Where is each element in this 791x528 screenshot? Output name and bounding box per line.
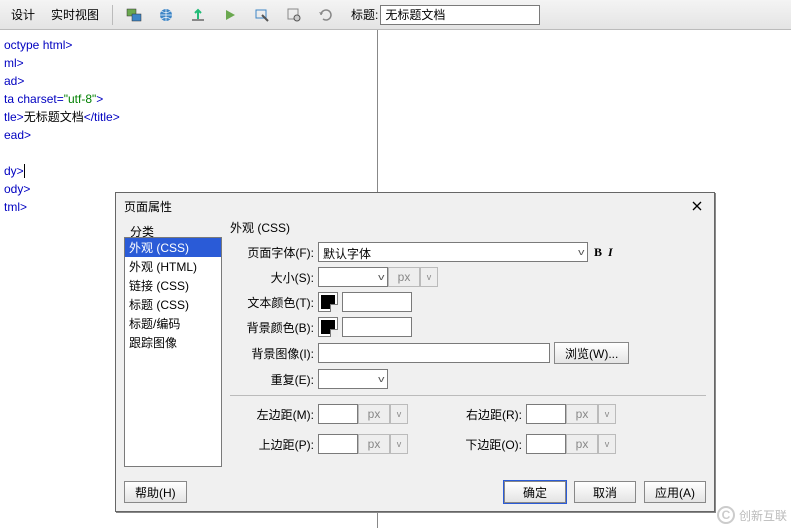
browse-button[interactable]: 浏览(W)...: [554, 342, 629, 364]
category-item-tracking-image[interactable]: 跟踪图像: [125, 333, 221, 352]
font-label: 页面字体(F):: [230, 244, 318, 261]
text-color-swatch[interactable]: [318, 292, 338, 312]
margin-bottom-label: 下边距(O):: [448, 436, 526, 453]
play-icon[interactable]: [215, 3, 245, 27]
margin-top-unit: px: [358, 434, 390, 454]
dialog-titlebar[interactable]: 页面属性: [116, 193, 714, 219]
repeat-label: 重复(E):: [230, 371, 318, 388]
dialog-title: 页面属性: [124, 198, 172, 215]
margin-right-unit-dropdown[interactable]: v: [598, 404, 616, 424]
category-item-links[interactable]: 链接 (CSS): [125, 276, 221, 295]
margin-bottom-unit-dropdown[interactable]: v: [598, 434, 616, 454]
form-panel: 外观 (CSS) 页面字体(F): 默认字体 B I 大小(S): px v 文…: [230, 219, 706, 473]
upload-icon[interactable]: [183, 3, 213, 27]
margin-top-input[interactable]: [318, 434, 358, 454]
bg-image-label: 背景图像(I):: [230, 345, 318, 362]
design-tab[interactable]: 设计: [4, 2, 42, 27]
refresh-icon[interactable]: [311, 3, 341, 27]
title-label: 标题:: [351, 6, 378, 23]
repeat-combo[interactable]: [318, 369, 388, 389]
margin-right-label: 右边距(R):: [448, 406, 526, 423]
text-caret: [24, 164, 25, 178]
margin-left-label: 左边距(M):: [230, 406, 318, 423]
margin-top-label: 上边距(P):: [230, 436, 318, 453]
ok-button[interactable]: 确定: [504, 481, 566, 503]
margin-bottom-input[interactable]: [526, 434, 566, 454]
category-list[interactable]: 外观 (CSS) 外观 (HTML) 链接 (CSS) 标题 (CSS) 标题/…: [124, 237, 222, 467]
multiscreen-icon[interactable]: [119, 3, 149, 27]
margin-left-unit-dropdown[interactable]: v: [390, 404, 408, 424]
help-button[interactable]: 帮助(H): [124, 481, 187, 503]
globe-icon[interactable]: [151, 3, 181, 27]
panel-title: 外观 (CSS): [230, 219, 706, 236]
bold-button[interactable]: B: [594, 245, 602, 260]
cancel-button[interactable]: 取消: [574, 481, 636, 503]
dialog-footer: 帮助(H) 确定 取消 应用(A): [124, 481, 706, 503]
close-icon[interactable]: [688, 197, 706, 215]
margin-bottom-unit: px: [566, 434, 598, 454]
tool-icon[interactable]: [279, 3, 309, 27]
size-label: 大小(S):: [230, 269, 318, 286]
inspect-icon[interactable]: [247, 3, 277, 27]
main-toolbar: 设计 实时视图 标题:: [0, 0, 791, 30]
bg-image-input[interactable]: [318, 343, 550, 363]
category-item-title-encoding[interactable]: 标题/编码: [125, 314, 221, 333]
margin-right-unit: px: [566, 404, 598, 424]
separator: [112, 5, 113, 25]
size-unit-dropdown[interactable]: v: [420, 267, 438, 287]
margin-top-unit-dropdown[interactable]: v: [390, 434, 408, 454]
margin-left-input[interactable]: [318, 404, 358, 424]
live-view-tab[interactable]: 实时视图: [44, 2, 106, 27]
text-color-label: 文本颜色(T):: [230, 294, 318, 311]
text-color-input[interactable]: [342, 292, 412, 312]
watermark-text: 创新互联: [739, 507, 787, 524]
watermark-logo-icon: C: [717, 506, 735, 524]
italic-button[interactable]: I: [608, 245, 613, 260]
margin-left-unit: px: [358, 404, 390, 424]
category-item-appearance-css[interactable]: 外观 (CSS): [125, 238, 221, 257]
category-item-headings[interactable]: 标题 (CSS): [125, 295, 221, 314]
document-title-input[interactable]: [380, 5, 540, 25]
watermark: C 创新互联: [717, 506, 787, 524]
apply-button[interactable]: 应用(A): [644, 481, 706, 503]
category-item-appearance-html[interactable]: 外观 (HTML): [125, 257, 221, 276]
bg-color-label: 背景颜色(B):: [230, 319, 318, 336]
divider: [230, 395, 706, 396]
page-properties-dialog: 页面属性 分类 外观 (CSS) 外观 (HTML) 链接 (CSS) 标题 (…: [115, 192, 715, 512]
category-heading: 分类: [130, 223, 154, 240]
bg-color-swatch[interactable]: [318, 317, 338, 337]
size-combo[interactable]: [318, 267, 388, 287]
size-unit: px: [388, 267, 420, 287]
margin-right-input[interactable]: [526, 404, 566, 424]
bg-color-input[interactable]: [342, 317, 412, 337]
page-font-combo[interactable]: 默认字体: [318, 242, 588, 262]
